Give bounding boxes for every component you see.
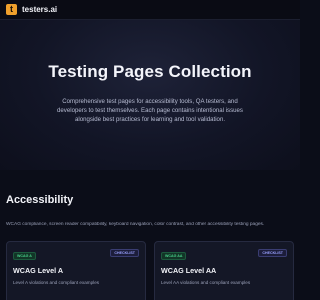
top-navbar: t testers.ai	[0, 0, 300, 20]
type-badge: CHECKLIST	[258, 249, 287, 257]
hero-section: Testing Pages Collection Comprehensive t…	[0, 20, 300, 170]
logo-icon[interactable]: t	[6, 4, 17, 15]
level-badge: WCAG AA	[161, 252, 187, 260]
card-wcag-level-aa[interactable]: WCAG AA CHECKLIST WCAG Level AA Level AA…	[154, 241, 294, 300]
hero-description: Comprehensive test pages for accessibili…	[57, 98, 243, 123]
card-title[interactable]: WCAG Level AA	[161, 266, 216, 275]
section-description: WCAG compliance, screen reader compatibi…	[6, 222, 265, 227]
type-badge: CHECKLIST	[110, 249, 139, 257]
hero-title: Testing Pages Collection	[48, 62, 252, 81]
section-title: Accessibility	[6, 194, 74, 206]
card-wcag-level-a[interactable]: WCAG A CHECKLIST WCAG Level A Level A vi…	[6, 241, 146, 300]
level-badge: WCAG A	[13, 252, 36, 260]
brand-name[interactable]: testers.ai	[22, 5, 57, 14]
card-description: Level A violations and compliant example…	[13, 280, 100, 285]
card-title[interactable]: WCAG Level A	[13, 266, 63, 275]
card-description: Level AA violations and compliant exampl…	[161, 280, 251, 285]
